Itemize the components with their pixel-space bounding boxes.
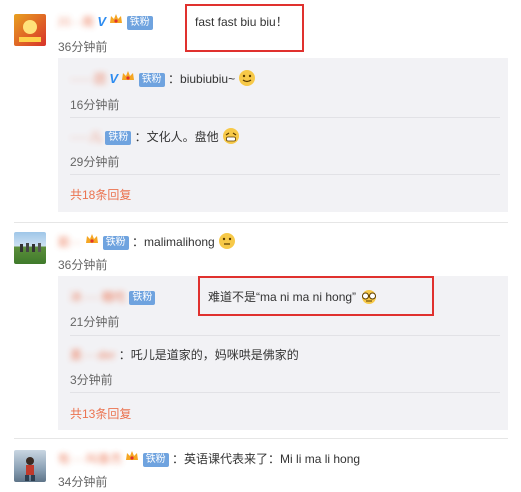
crown-icon xyxy=(121,69,135,83)
timestamp: 21分钟前 xyxy=(70,315,120,329)
fan-badge[interactable]: 铁粉 xyxy=(102,236,129,250)
timestamp: 34分钟前 xyxy=(58,475,108,489)
verified-icon: V xyxy=(109,71,118,86)
fan-badge[interactable]: 铁粉 xyxy=(138,73,165,87)
divider xyxy=(14,222,508,223)
reply-username[interactable]: ·····儿 xyxy=(70,130,102,144)
reply-text: ：文化人。盘他 xyxy=(134,130,219,144)
comment-text: ：英语课代表来了：Mi li ma li hong xyxy=(172,452,361,466)
username[interactable]: 川···南 xyxy=(58,15,94,29)
highlight-box xyxy=(185,4,304,52)
fan-badge[interactable]: 铁粉 xyxy=(126,16,153,30)
timestamp: 36分钟前 xyxy=(58,40,108,54)
avatar[interactable] xyxy=(14,14,46,46)
username[interactable]: 能··· xyxy=(58,235,82,249)
fan-badge[interactable]: 铁粉 xyxy=(142,453,169,467)
timestamp: 29分钟前 xyxy=(70,155,120,169)
reply-text: ：biubiubiu~ xyxy=(168,72,236,86)
reply-username[interactable]: 冰·····糖吃 xyxy=(70,290,126,304)
reply-text: ：吒儿是道家的，妈咪哄是佛家的 xyxy=(118,348,299,362)
timestamp: 36分钟前 xyxy=(58,258,108,272)
timestamp: 16分钟前 xyxy=(70,98,120,112)
avatar[interactable] xyxy=(14,450,46,482)
more-replies-link[interactable]: 共18条回复 xyxy=(70,186,131,203)
fan-badge[interactable]: 铁粉 xyxy=(105,131,132,145)
crown-icon xyxy=(125,449,139,463)
divider xyxy=(14,438,508,439)
smile-emoji-icon xyxy=(238,69,256,90)
reply-username[interactable]: 墨····der xyxy=(70,348,115,362)
username[interactable]: 有····叫泰杰 xyxy=(58,452,122,466)
more-replies-link[interactable]: 共13条回复 xyxy=(70,405,131,422)
highlight-box xyxy=(198,276,434,316)
reply-username[interactable]: ······团 xyxy=(70,72,106,86)
crown-icon xyxy=(109,12,123,26)
crown-icon xyxy=(85,232,99,246)
comment-text: ：malimalihong xyxy=(132,235,215,249)
grin-emoji-icon xyxy=(222,127,240,148)
hmm-emoji-icon xyxy=(218,232,236,253)
verified-icon: V xyxy=(97,14,107,29)
fan-badge[interactable]: 铁粉 xyxy=(129,291,156,305)
timestamp: 3分钟前 xyxy=(70,373,113,387)
avatar[interactable] xyxy=(14,232,46,264)
